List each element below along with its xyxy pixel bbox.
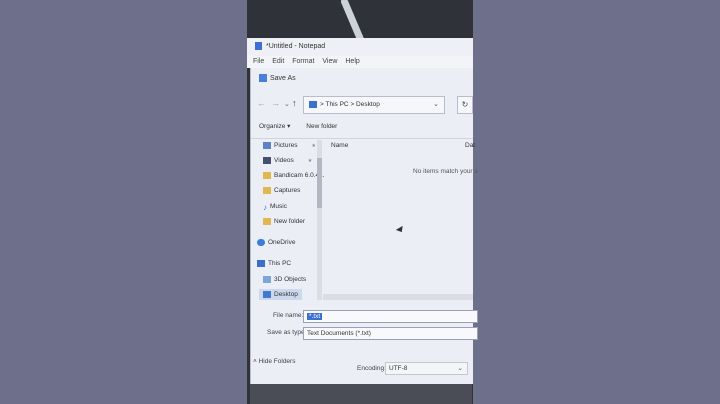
dialog-toolbar: Organize ▾ New folder: [259, 122, 351, 130]
column-headers: Name Dat: [331, 142, 475, 149]
navigation-row: ← → ⌄ ↑ > This PC > Desktop ⌄ ↻: [257, 96, 473, 114]
menu-edit[interactable]: Edit: [272, 58, 284, 65]
nav-scrollbar[interactable]: [317, 140, 322, 300]
folder-icon: [263, 218, 271, 225]
encoding-select[interactable]: UTF-8 ⌄: [385, 362, 468, 375]
column-date[interactable]: Dat: [465, 142, 475, 149]
nav-bandicam[interactable]: Bandicam 6.0.4...: [263, 172, 325, 179]
pictures-icon: [263, 142, 271, 149]
nav-captures[interactable]: Captures: [263, 187, 300, 194]
file-name-input[interactable]: *.txt: [303, 310, 478, 323]
nav-new-folder[interactable]: New folder: [263, 218, 305, 225]
empty-message: No items match your s: [413, 168, 478, 175]
new-folder-button[interactable]: New folder: [306, 123, 337, 130]
back-icon[interactable]: ←: [257, 98, 266, 108]
pc-icon: [309, 100, 317, 108]
hide-folders-button[interactable]: ˄ Hide Folders: [253, 358, 295, 365]
encoding-label: Encoding:: [357, 365, 386, 372]
scroll-thumb[interactable]: [317, 158, 322, 208]
notepad-title: *Untitled - Notepad: [266, 43, 326, 50]
menu-view[interactable]: View: [322, 58, 337, 65]
file-name-label: File name:: [273, 312, 304, 319]
cloud-icon: [257, 239, 265, 246]
nav-3d-objects[interactable]: 3D Objects: [263, 276, 306, 283]
address-bar[interactable]: > This PC > Desktop ⌄: [303, 96, 445, 114]
breadcrumb-this-pc[interactable]: This PC: [326, 101, 349, 108]
refresh-icon[interactable]: ↻: [457, 96, 473, 114]
column-name[interactable]: Name: [331, 142, 348, 149]
videos-icon: [263, 157, 271, 164]
nav-music[interactable]: ♪ Music: [263, 203, 287, 212]
computer-icon: [257, 260, 265, 267]
menu-file[interactable]: File: [253, 58, 264, 65]
nav-videos[interactable]: Videos: [263, 157, 312, 164]
notepad-menu: File Edit Format View Help: [247, 56, 473, 68]
up-icon[interactable]: ↑: [292, 98, 297, 108]
nav-onedrive[interactable]: OneDrive: [257, 239, 295, 246]
menu-help[interactable]: Help: [345, 58, 359, 65]
divider: [251, 138, 473, 139]
photo-bottom: [250, 384, 472, 404]
address-dropdown-icon[interactable]: ⌄: [433, 97, 439, 113]
chevron-down-icon[interactable]: ⌄: [284, 100, 290, 108]
horizontal-scrollbar[interactable]: [323, 294, 473, 300]
organize-button[interactable]: Organize ▾: [259, 123, 290, 130]
nav-desktop[interactable]: Desktop: [259, 289, 302, 301]
forward-icon[interactable]: →: [271, 98, 280, 108]
folder-icon: [263, 187, 271, 194]
dialog-title: Save As: [259, 74, 296, 82]
breadcrumb-desktop[interactable]: Desktop: [356, 101, 380, 108]
notepad-titlebar: *Untitled - Notepad: [247, 38, 473, 56]
save-icon: [259, 74, 267, 82]
navigation-pane: Pictures Videos Bandicam 6.0.4... Captur…: [251, 140, 325, 301]
chevron-down-icon: ⌄: [457, 365, 463, 372]
save-type-select[interactable]: Text Documents (*.txt): [303, 327, 478, 340]
folder-icon: [263, 172, 271, 179]
desktop-icon: [263, 291, 271, 298]
save-type-label: Save as type:: [267, 329, 307, 336]
cube-icon: [263, 276, 271, 283]
music-icon: ♪: [263, 203, 267, 212]
save-as-dialog: Save As ← → ⌄ ↑ > This PC > Desktop ⌄ ↻ …: [250, 68, 478, 384]
notepad-icon: [255, 42, 262, 51]
menu-format[interactable]: Format: [292, 58, 314, 65]
nav-this-pc[interactable]: This PC: [257, 260, 291, 267]
nav-pictures[interactable]: Pictures: [263, 142, 316, 149]
